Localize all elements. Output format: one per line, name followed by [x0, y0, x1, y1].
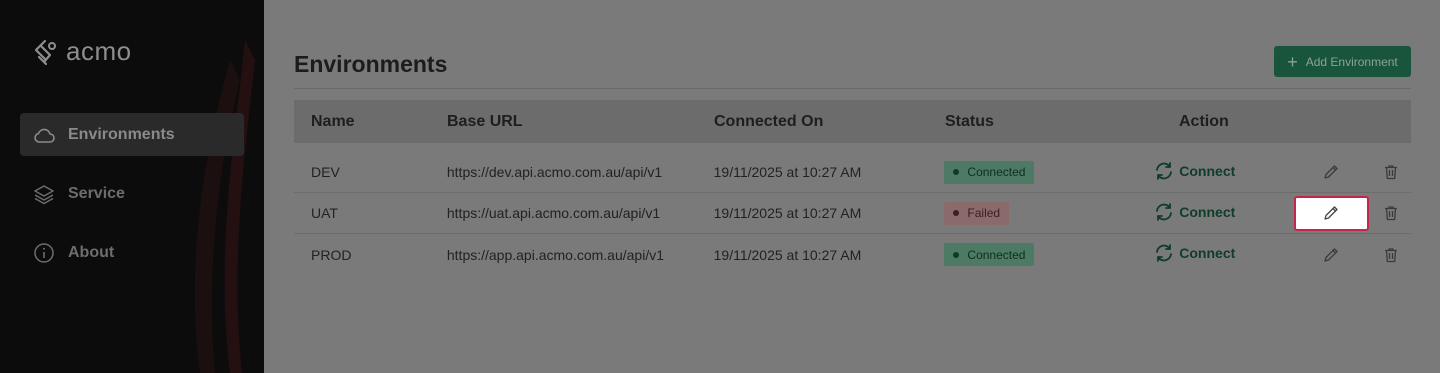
- acmo-logo-icon: [34, 39, 56, 65]
- status-badge: Failed: [944, 201, 1010, 225]
- env-name: PROD: [311, 246, 352, 263]
- logo-text: acmo: [66, 36, 132, 66]
- env-connected-on: 19/11/2025 at 10:27 AM: [713, 205, 862, 221]
- add-environment-button[interactable]: + Add Environment: [1274, 46, 1411, 77]
- column-header-action: Action: [1179, 112, 1229, 130]
- cloud-icon: [32, 123, 56, 147]
- status-dot-icon: [953, 169, 960, 175]
- connect-button[interactable]: Connect: [1154, 244, 1235, 262]
- table-row: PROD https://app.api.acmo.com.au/api/v1 …: [294, 234, 1411, 275]
- sidebar-item-label: About: [68, 243, 115, 261]
- table-row: UAT https://uat.api.acmo.com.au/api/v1 1…: [294, 193, 1411, 234]
- env-url: https://dev.api.acmo.com.au/api/v1: [446, 164, 663, 180]
- env-name: UAT: [311, 205, 338, 221]
- trash-icon: [1385, 165, 1398, 180]
- connect-button[interactable]: Connect: [1154, 202, 1236, 221]
- env-connected-on: 19/11/2025 at 10:27 AM: [713, 246, 862, 263]
- delete-button[interactable]: [1381, 162, 1401, 182]
- status-badge: Connected: [944, 160, 1035, 184]
- table-body: DEV https://dev.api.acmo.com.au/api/v1 1…: [294, 152, 1411, 275]
- connect-label: Connect: [1179, 162, 1236, 179]
- table-header: Name Base URL Connected On Status Action: [294, 100, 1411, 143]
- sidebar-nav: Environments Service About: [20, 113, 244, 290]
- refresh-icon: [1156, 244, 1173, 262]
- connect-label: Connect: [1179, 203, 1236, 220]
- status-text: Failed: [967, 206, 1001, 220]
- info-icon: [32, 241, 56, 265]
- pencil-icon: [1324, 165, 1338, 179]
- app-logo[interactable]: acmo: [30, 36, 132, 67]
- table-row: DEV https://dev.api.acmo.com.au/api/v1 1…: [294, 152, 1411, 193]
- status-text: Connected: [967, 165, 1026, 179]
- layers-icon: [32, 182, 56, 206]
- status-badge: Connected: [944, 243, 1035, 266]
- env-name: DEV: [311, 164, 340, 180]
- refresh-icon: [1156, 161, 1173, 180]
- column-header-base-url: Base URL: [447, 112, 523, 130]
- status-dot-icon: [953, 210, 960, 216]
- title-divider: [294, 88, 1411, 89]
- sidebar-item-label: Environments: [68, 125, 175, 143]
- delete-button[interactable]: [1381, 203, 1401, 223]
- edit-button-highlighted[interactable]: [1293, 195, 1369, 231]
- pencil-icon: [1324, 247, 1338, 262]
- delete-button[interactable]: [1381, 245, 1401, 265]
- connect-button[interactable]: Connect: [1154, 161, 1236, 180]
- status-dot-icon: [953, 251, 960, 258]
- connect-label: Connect: [1179, 245, 1236, 261]
- refresh-icon: [1156, 202, 1173, 221]
- sidebar-item-about[interactable]: About: [20, 231, 244, 274]
- sidebar-item-environments[interactable]: Environments: [20, 113, 244, 156]
- column-header-name: Name: [311, 112, 355, 130]
- env-url: https://uat.api.acmo.com.au/api/v1: [446, 205, 661, 221]
- plus-icon: +: [1287, 51, 1298, 72]
- edit-button[interactable]: [1321, 162, 1341, 182]
- trash-icon: [1385, 206, 1398, 221]
- pencil-icon: [1324, 206, 1338, 220]
- sidebar-item-label: Service: [68, 184, 125, 202]
- page-title: Environments: [294, 51, 448, 77]
- environments-table: Name Base URL Connected On Status Action…: [294, 100, 1411, 275]
- env-url: https://app.api.acmo.com.au/api/v1: [446, 246, 664, 263]
- trash-icon: [1385, 247, 1398, 262]
- main-content: Environments + Add Environment Name Base…: [264, 0, 1440, 373]
- sidebar: acmo Environments Service About: [0, 0, 264, 373]
- column-header-status: Status: [945, 112, 994, 130]
- sidebar-item-service[interactable]: Service: [20, 172, 244, 215]
- add-environment-label: Add Environment: [1305, 54, 1398, 69]
- status-text: Connected: [967, 247, 1026, 262]
- env-connected-on: 19/11/2025 at 10:27 AM: [713, 164, 862, 180]
- column-header-connected-on: Connected On: [714, 112, 824, 130]
- edit-button[interactable]: [1321, 245, 1341, 265]
